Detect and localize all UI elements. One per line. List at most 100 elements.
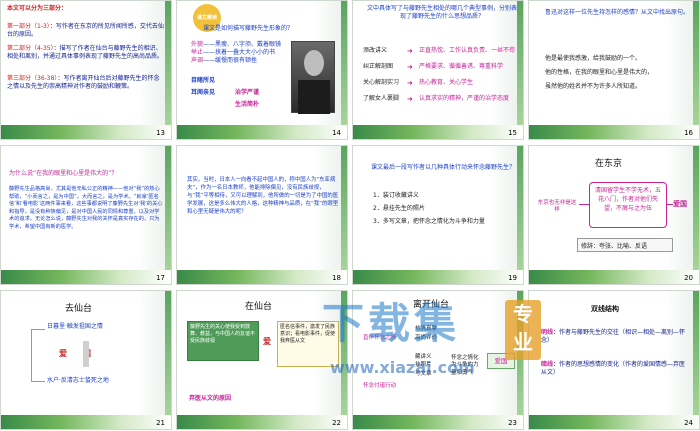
- slide-number: 15: [508, 129, 517, 137]
- slide-side-bar: [165, 291, 171, 417]
- feature-label: 举止: [191, 49, 204, 57]
- feature-text: ——挟着一叠大大小小的书: [203, 49, 276, 57]
- event-label: 纠正解剖图: [363, 62, 394, 70]
- double-arrow-icon: [83, 341, 89, 367]
- part-label: 第一部分（1-3）: [7, 23, 50, 30]
- event-quality: 正直热忱、工作认真负责、一丝不苟: [419, 46, 516, 54]
- slide-footer: 19: [353, 270, 523, 284]
- slide-thumbnail-18[interactable]: 其实，当时，日本人一向看不起中国人的，称中国人为“东亚病夫”，作为一名日本教师，…: [176, 145, 348, 285]
- slide-footer: 14: [177, 125, 347, 139]
- slide-number: 18: [332, 274, 341, 282]
- slide-thumbnail-24[interactable]: 双线结构 明线：作者与藤野先生的交往（相识—相处—离别—怀念） 暗线：作者的思想…: [528, 290, 700, 430]
- bracket-line: [31, 329, 45, 330]
- slide-thumbnail-21[interactable]: 去仙台 日暮里·触发祖国之情 爱 国 水户·反清志士蛰死之地 21: [0, 290, 172, 430]
- list-item: 1．装订收藏讲义: [373, 192, 419, 199]
- slide-question: 鲁迅对这样一位先生持怎样的感情？从文中找出原句。: [545, 9, 690, 16]
- slide-question: 为什么说“在我的眼里和心里是伟大的”？: [9, 170, 118, 177]
- slide-side-bar: [341, 291, 347, 417]
- arrow-right-icon: ➜: [407, 47, 413, 55]
- slide-number: 21: [156, 419, 165, 427]
- left-label-2: 怀念付诸行动: [363, 383, 397, 389]
- theme-label: 爱: [263, 337, 271, 346]
- mid-item: 高尚评价: [415, 334, 438, 341]
- feature-label: 声调: [191, 57, 204, 65]
- arrow-right-icon: ➜: [407, 95, 413, 103]
- slide-body: 其实，当时，日本人一向看不起中国人的，称中国人为“东亚病夫”，作为一名日本教师，…: [187, 177, 339, 216]
- slide-number: 22: [332, 419, 341, 427]
- slide-title: 去仙台: [65, 304, 93, 314]
- mid-item: 挂照片: [415, 362, 432, 369]
- event-quality: 严格要求、循循善诱、尊重科学: [419, 62, 504, 70]
- slide-footer: 21: [1, 415, 171, 429]
- slide-thumbnail-23[interactable]: 离开仙台 直怀怀念之情 怀念付诸行动 热情真挚 高尚评价 藏讲义 挂照片 写文章…: [352, 290, 524, 430]
- slide-number: 14: [332, 129, 341, 137]
- mid-item: 写文章: [415, 371, 432, 378]
- slide-footer: 20: [529, 270, 699, 284]
- event-label: 添改讲义: [363, 46, 388, 54]
- left-summary-2: 耳闻亲见: [191, 89, 216, 96]
- slide-number: 24: [684, 419, 693, 427]
- quote-line: 他是最使我感激，给我鼓励的一个。: [545, 55, 642, 62]
- slide-footer: 17: [1, 270, 171, 284]
- feature-text: ——黑瘦、八字须、戴着眼镜: [203, 41, 282, 48]
- left-label-1: 直怀怀念之情: [363, 335, 397, 341]
- slide-thumbnail-13[interactable]: 本文可以分为三部分： 第一部分（1-3）：写作者在东京的所见所闻所感，交代去仙台…: [0, 0, 172, 140]
- slide-footer: 15: [353, 125, 523, 139]
- slide-footer: 16: [529, 125, 699, 139]
- info-block: 匿名信事件，激发了民族意识；看电影事件，促使我弃医从文: [277, 321, 339, 367]
- arrow-right-icon: ➜: [407, 63, 413, 71]
- mid-item: 热情真挚: [415, 326, 438, 332]
- summary-box: 清国留学生不学无术，五花八门，作者对他们失望，不屑与之为伍: [589, 182, 667, 228]
- slide-title: 离开仙台: [413, 300, 450, 310]
- conclusion-label: 弃医从文的原因: [189, 395, 232, 402]
- theme-box: 爱国: [487, 353, 515, 369]
- slide-thumbnail-16[interactable]: 鲁迅对这样一位先生持怎样的感情？从文中找出原句。 他是最使我感激，给我鼓励的一个…: [528, 0, 700, 140]
- left-summary-1: 目睹所见: [191, 77, 216, 84]
- arrow-right-icon: ➜: [407, 79, 413, 87]
- right-summary-1: 治学严谨: [235, 89, 260, 96]
- bottom-note: 水户·反清志士蛰死之地: [47, 377, 109, 384]
- slide-body: 藤野先生品格高尚，尤其是他无私公正的精神——他对“我”的热心帮助，“小而言之，是…: [9, 186, 163, 230]
- line-label: 明线：: [541, 329, 560, 336]
- slide-title: 在仙台: [245, 302, 273, 312]
- slide-title: 双线结构: [591, 305, 619, 313]
- slide-thumbnail-19[interactable]: 课文最后一段写作者以几种具体行动来怀念藤野先生？ 1．装订收藏讲义 2．悬挂先生…: [352, 145, 524, 285]
- connector: [579, 204, 589, 205]
- slide-side-bar: [693, 291, 699, 417]
- slide-side-bar: [341, 146, 347, 272]
- event-quality: 热心教育、关心学生: [419, 78, 474, 86]
- slide-side-bar: [165, 146, 171, 272]
- slide-thumbnail-22[interactable]: 在仙台 藤野先生的关心使我受到鼓舞、教益，与中国人的友谊不受民族歧视 爱 匿名信…: [176, 290, 348, 430]
- event-quality: 认真求实的精神，严谨的治学态度: [419, 94, 510, 102]
- slide-side-bar: [517, 146, 523, 272]
- slide-thumbnail-20[interactable]: 在东京 东京也无非是这样 清国留学生不学无术，五花八门，作者对他们失望，不屑与之…: [528, 145, 700, 285]
- slide-footer: 24: [529, 415, 699, 429]
- slide-title: 在东京: [595, 159, 623, 169]
- event-label: 关心解剖实习: [363, 78, 400, 86]
- slide-side-bar: [165, 1, 171, 127]
- line-text: 作者与藤野先生的交往（相识—相处—离别—怀念）: [541, 329, 686, 345]
- slide-footer: 23: [353, 415, 523, 429]
- slide-footer: 13: [1, 125, 171, 139]
- slide-footer: 18: [177, 270, 347, 284]
- slide-heading: 本文可以分为三部分：: [7, 5, 68, 12]
- slide-side-bar: [693, 146, 699, 272]
- theme-label: 爱国: [673, 200, 687, 208]
- slide-thumbnail-14[interactable]: 课文精读 课文是如何描写藤野先生形象的？ 外貌——黑瘦、八字须、戴着眼镜 举止—…: [176, 0, 348, 140]
- quote-line: 虽然他的姓名并不为许多人所知道。: [545, 83, 642, 91]
- slide-number: 16: [684, 129, 693, 137]
- info-block: 藤野先生的关心使我受到鼓舞、教益，与中国人的友谊不受民族歧视: [187, 321, 259, 361]
- slide-thumbnail-15[interactable]: 文中具体写了与藤野先生相处的哪几个典型事例，分别表现了藤野先生的什么思想品质？ …: [352, 0, 524, 140]
- slide-side-bar: [517, 1, 523, 127]
- top-note: 日暮里·触发祖国之情: [47, 323, 103, 330]
- slide-number: 19: [508, 274, 517, 282]
- slide-side-bar: [341, 1, 347, 127]
- quote-line: 他的性格，在我的眼里和心里是伟大的，: [545, 69, 654, 77]
- slide-thumbnail-17[interactable]: 为什么说“在我的眼里和心里是伟大的”？ 藤野先生品格高尚，尤其是他无私公正的精神…: [0, 145, 172, 285]
- part-label: 第二部分（4-35）: [7, 45, 54, 52]
- list-item: 2．悬挂先生的照片: [373, 205, 425, 213]
- center-text: 怀念之情化为斗争的力量和勇气: [451, 355, 479, 376]
- mid-item: 藏讲义: [415, 353, 432, 360]
- right-summary-2: 生活简朴: [235, 101, 260, 108]
- bracket-line: [31, 381, 45, 382]
